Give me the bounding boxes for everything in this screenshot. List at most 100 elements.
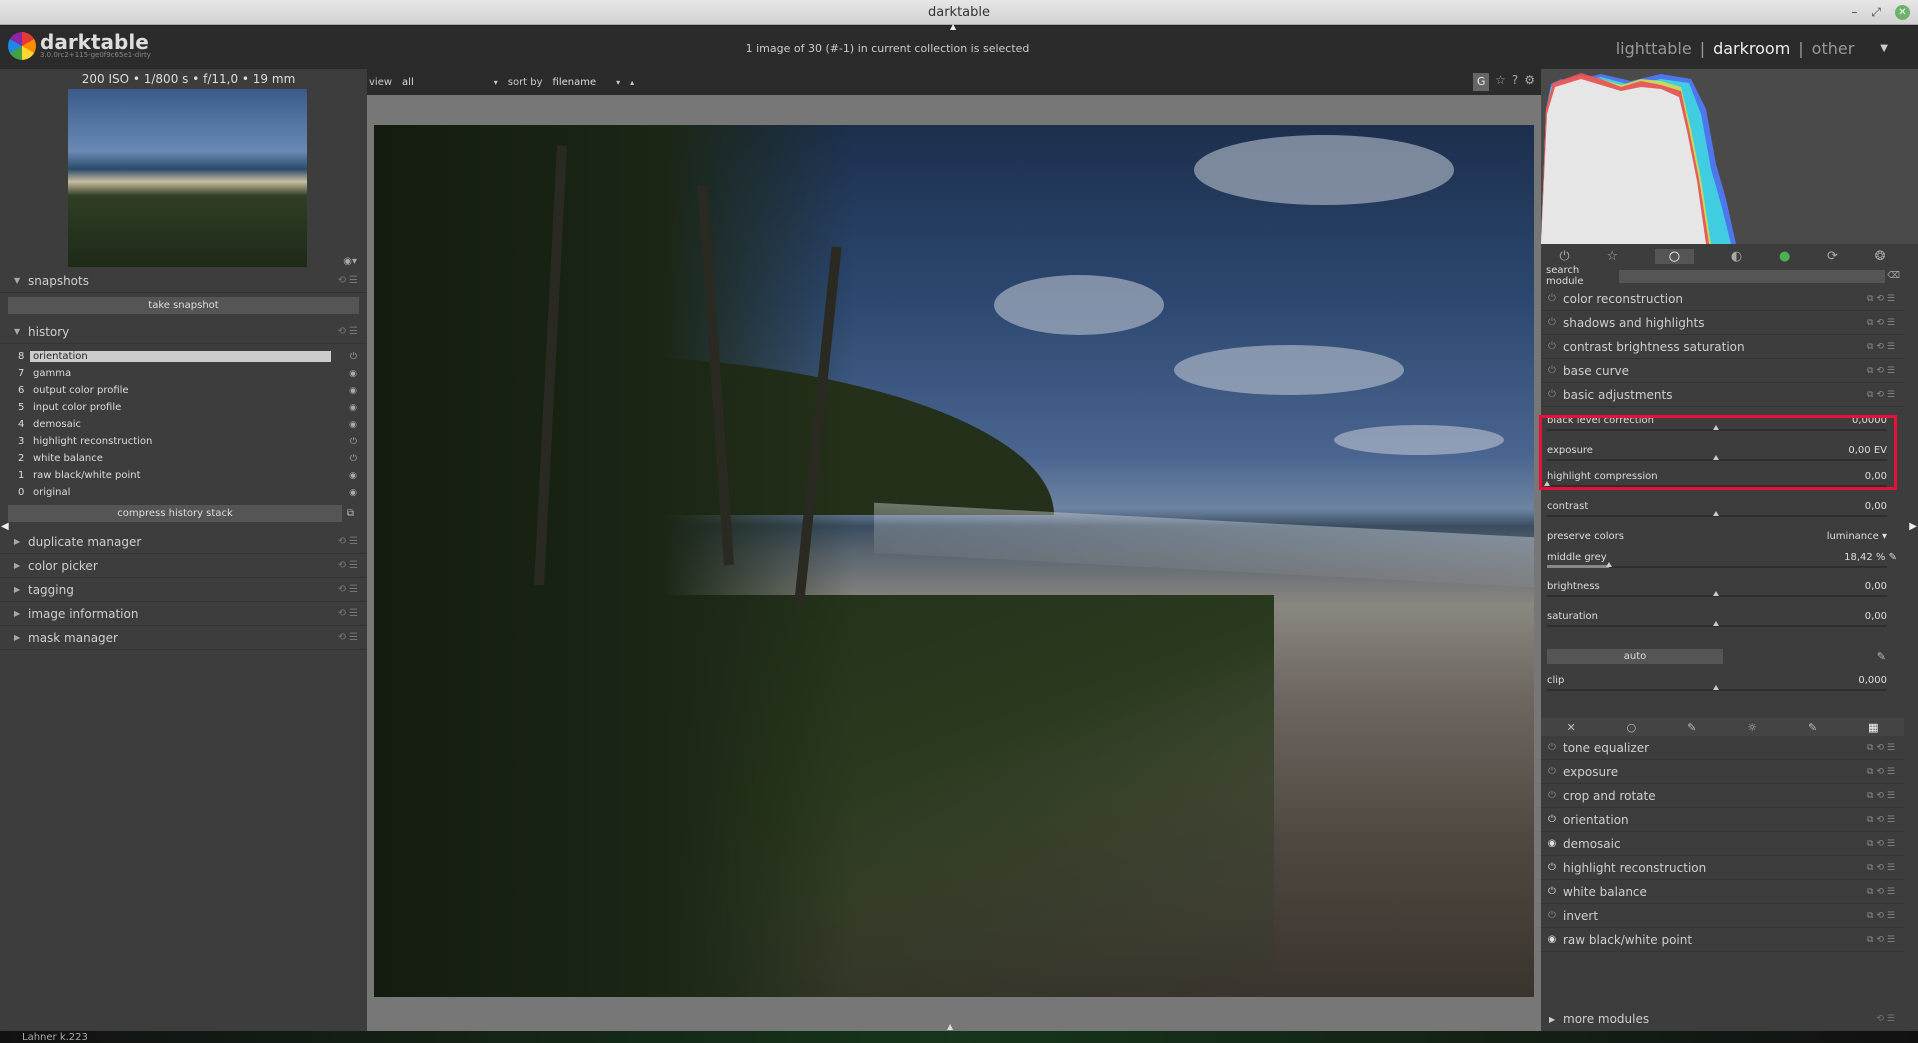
module-actions-icon[interactable]: ⧉⟲☰ <box>1867 366 1898 376</box>
top-panel-toggle-icon[interactable]: ▲ <box>950 22 956 31</box>
basic-group-icon[interactable]: ○ <box>1654 248 1695 264</box>
module-actions-icon[interactable]: ⧉⟲☰ <box>1867 839 1898 849</box>
history-item[interactable]: 3 highlight reconstruction ⏻ <box>18 433 359 450</box>
module-actions-icon[interactable]: ⧉⟲☰ <box>1867 767 1898 777</box>
auto-button[interactable]: auto <box>1547 649 1723 664</box>
middle-grey-slider[interactable]: middle grey 18,42 % ✎ <box>1547 552 1897 568</box>
module-actions-icon[interactable]: ⧉⟲☰ <box>1867 791 1898 801</box>
navigation-preview[interactable]: ◉▾ <box>0 89 367 269</box>
dropdown-icon[interactable]: ▾ <box>494 78 498 87</box>
module-actions-icon[interactable]: ⧉⟲☰ <box>1867 318 1898 328</box>
module-white-balance[interactable]: ⏻ white balance ⧉⟲☰ <box>1541 880 1904 904</box>
view-darkroom[interactable]: darkroom <box>1713 39 1790 58</box>
sort-select[interactable]: filename <box>553 77 597 88</box>
module-reset-presets-icon[interactable]: ⟲☰ <box>338 536 361 547</box>
main-image[interactable] <box>374 125 1534 997</box>
view-other[interactable]: other <box>1812 39 1855 58</box>
favorites-icon[interactable]: ☆ <box>1606 249 1618 264</box>
star-icon[interactable]: ☆ <box>1495 73 1506 91</box>
view-lighttable[interactable]: lighttable <box>1616 39 1692 58</box>
correct-group-icon[interactable]: ⟳ <box>1827 249 1838 264</box>
module-contrast-brightness-saturation[interactable]: ⏻ contrast brightness saturation ⧉⟲☰ <box>1541 335 1904 359</box>
preserve-colors-select[interactable]: preserve colors luminance ▾ <box>1547 531 1887 542</box>
slider-marker[interactable] <box>1713 511 1719 516</box>
tone-group-icon[interactable]: ◐ <box>1731 249 1742 264</box>
view-filter-select[interactable]: all <box>402 77 414 88</box>
slider-marker[interactable] <box>1606 562 1612 567</box>
maximize-button[interactable]: ⤢ <box>1871 0 1881 25</box>
saturation-slider[interactable]: saturation 0,00 <box>1547 611 1887 627</box>
history-item[interactable]: 8 orientation ⏻ <box>18 348 359 365</box>
history-item[interactable]: 4 demosaic ◉ <box>18 416 359 433</box>
color-picker-icon[interactable]: ✎ <box>1889 552 1897 563</box>
module-reset-presets-icon[interactable]: ⟲☰ <box>338 326 361 337</box>
module-header-color-picker[interactable]: ▶ color picker ⟲☰ <box>0 554 367 578</box>
module-color-reconstruction[interactable]: ⏻ color reconstruction ⧉⟲☰ <box>1541 287 1904 311</box>
module-crop-rotate[interactable]: ⏻ crop and rotate ⧉⟲☰ <box>1541 784 1904 808</box>
close-button[interactable]: ✕ <box>1895 5 1910 20</box>
power-icon[interactable]: ⏻ <box>1541 341 1563 352</box>
module-header-image-information[interactable]: ▶ image information ⟲☰ <box>0 602 367 626</box>
minimize-button[interactable]: – <box>1851 0 1857 25</box>
module-reset-presets-icon[interactable]: ⟲☰ <box>338 560 361 571</box>
left-panel-toggle-icon[interactable]: ◀ <box>1 521 9 532</box>
power-icon[interactable]: ⏻ <box>1541 910 1563 921</box>
module-actions-icon[interactable]: ⧉⟲☰ <box>1867 935 1898 945</box>
effect-group-icon[interactable]: ❂ <box>1875 249 1886 264</box>
module-reset-presets-icon[interactable]: ⟲☰ <box>338 275 361 286</box>
take-snapshot-button[interactable]: take snapshot <box>8 297 359 314</box>
module-header-duplicate-manager[interactable]: ▶ duplicate manager ⟲☰ <box>0 530 367 554</box>
color-picker-icon[interactable]: ✎ <box>1877 650 1886 663</box>
power-on-icon[interactable]: ⏻ <box>1541 814 1563 825</box>
history-item[interactable]: 2 white balance ⏻ <box>18 450 359 467</box>
bottom-panel-toggle-icon[interactable]: ▲ <box>947 1022 953 1031</box>
history-item[interactable]: 7 gamma ◉ <box>18 365 359 382</box>
right-panel-toggle-icon[interactable]: ▶ <box>1909 521 1917 532</box>
blend-off-icon[interactable]: ✕ <box>1566 721 1575 734</box>
grouping-button[interactable]: G <box>1473 73 1490 91</box>
zoom-icon[interactable]: ◉▾ <box>343 256 357 267</box>
module-actions-icon[interactable]: ⧉⟲☰ <box>1867 911 1898 921</box>
module-reset-presets-icon[interactable]: ⟲☰ <box>338 632 361 643</box>
drawn-mask-icon[interactable]: ✎ <box>1687 721 1696 734</box>
history-item[interactable]: 1 raw black/white point ◉ <box>18 467 359 484</box>
history-header[interactable]: ▼ history ⟲☰ <box>0 320 367 344</box>
module-actions-icon[interactable]: ⧉⟲☰ <box>1867 743 1898 753</box>
more-modules[interactable]: ▶ more modules ⟲☰ <box>1541 1007 1904 1031</box>
module-invert[interactable]: ⏻ invert ⧉⟲☰ <box>1541 904 1904 928</box>
module-actions-icon[interactable]: ⧉⟲☰ <box>1867 390 1898 400</box>
module-reset-presets-icon[interactable]: ⟲☰ <box>338 584 361 595</box>
clip-slider[interactable]: clip 0,000 <box>1547 675 1887 691</box>
power-on-icon[interactable]: ⏻ <box>1541 862 1563 873</box>
module-raw-black-white-point[interactable]: ◉ raw black/white point ⧉⟲☰ <box>1541 928 1904 952</box>
chevron-down-icon[interactable]: ▼ <box>1880 43 1888 58</box>
slider-marker[interactable] <box>1713 685 1719 690</box>
module-actions-icon[interactable]: ⧉⟲☰ <box>1867 815 1898 825</box>
power-icon[interactable]: ⏻ <box>1541 742 1563 753</box>
module-exposure[interactable]: ⏻ exposure ⧉⟲☰ <box>1541 760 1904 784</box>
compress-history-button[interactable]: compress history stack <box>8 505 342 522</box>
power-icon[interactable]: ⏻ <box>1541 365 1563 376</box>
module-reset-presets-icon[interactable]: ⟲☰ <box>338 608 361 619</box>
help-icon[interactable]: ? <box>1512 73 1518 91</box>
brightness-slider[interactable]: brightness 0,00 <box>1547 581 1887 597</box>
module-shadows-highlights[interactable]: ⏻ shadows and highlights ⧉⟲☰ <box>1541 311 1904 335</box>
power-icon[interactable]: ⏻ <box>1541 766 1563 777</box>
module-orientation[interactable]: ⏻ orientation ⧉⟲☰ <box>1541 808 1904 832</box>
power-icon[interactable]: ⏻ <box>1541 389 1563 400</box>
parametric-mask-icon[interactable]: ☼ <box>1747 721 1757 734</box>
raster-mask-icon[interactable]: ▦ <box>1868 721 1878 734</box>
sort-order-icon[interactable]: ▴ <box>630 78 634 87</box>
module-base-curve[interactable]: ⏻ base curve ⧉⟲☰ <box>1541 359 1904 383</box>
search-module-input[interactable] <box>1619 269 1886 283</box>
module-header-tagging[interactable]: ▶ tagging ⟲☰ <box>0 578 367 602</box>
history-item[interactable]: 6 output color profile ◉ <box>18 382 359 399</box>
power-icon[interactable]: ⏻ <box>1541 293 1563 304</box>
module-actions-icon[interactable]: ⧉⟲☰ <box>1867 342 1898 352</box>
power-icon[interactable]: ⏻ <box>1541 790 1563 801</box>
slider-marker[interactable] <box>1713 591 1719 596</box>
blend-uniform-icon[interactable]: ○ <box>1627 721 1637 734</box>
module-header-mask-manager[interactable]: ▶ mask manager ⟲☰ <box>0 626 367 650</box>
power-on-icon[interactable]: ⏻ <box>1541 886 1563 897</box>
dropdown-icon[interactable]: ▾ <box>616 78 620 87</box>
